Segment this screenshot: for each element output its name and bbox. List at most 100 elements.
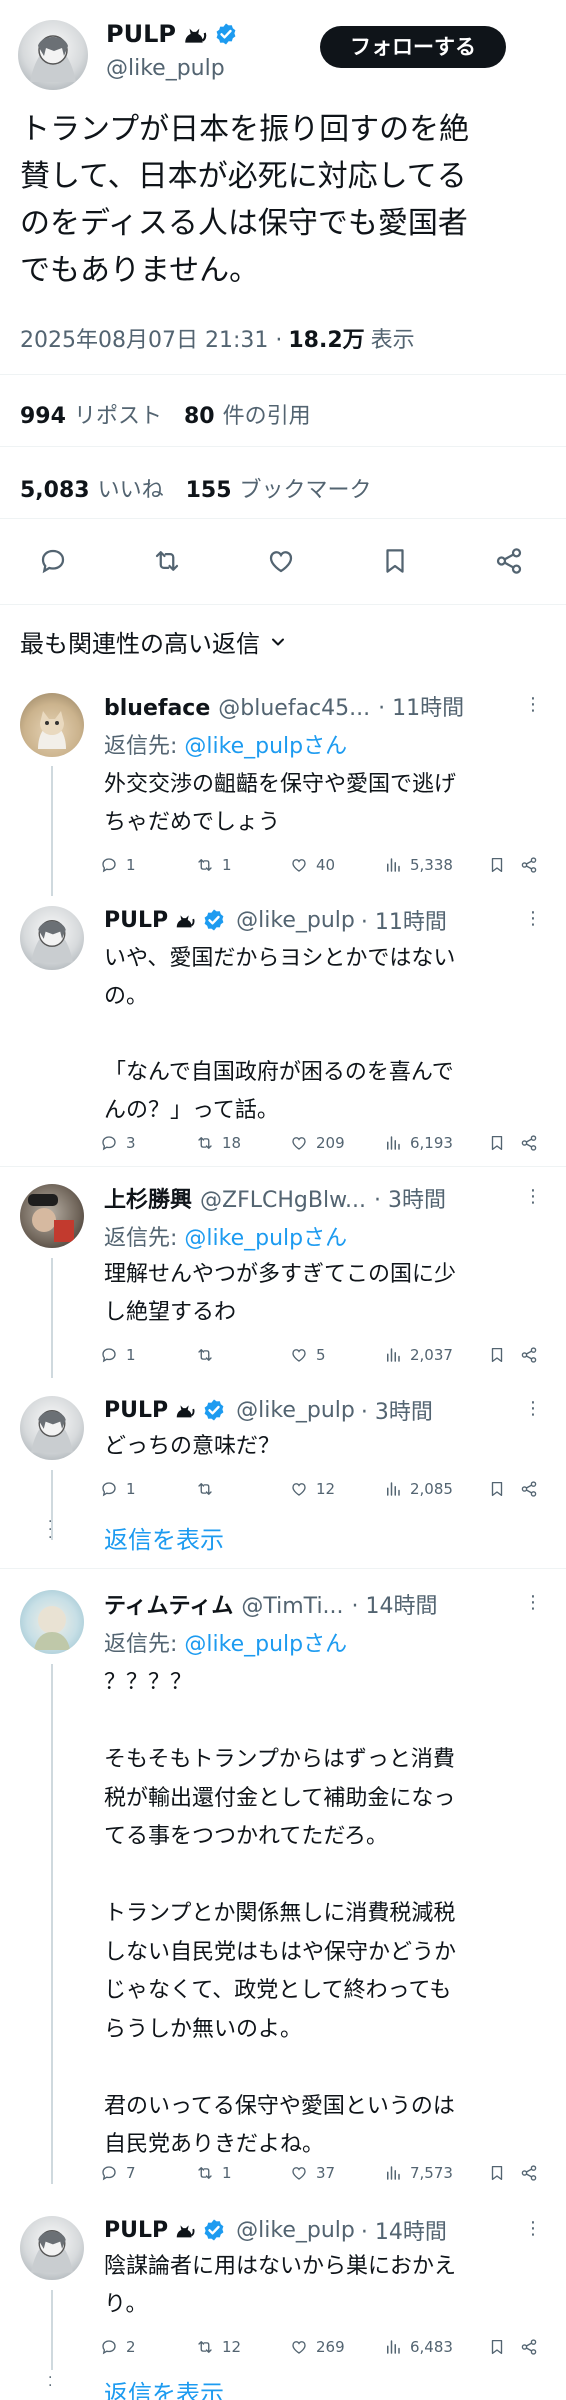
share-button[interactable]	[520, 2338, 538, 2356]
reply-count[interactable]: 1	[100, 1480, 136, 1498]
reply-avatar[interactable]	[20, 1184, 84, 1248]
like-count[interactable]: 12	[290, 1480, 335, 1498]
likes-count[interactable]: 5,083	[20, 478, 90, 503]
reply-time[interactable]: · 14時間	[361, 2214, 447, 2246]
show-replies-link[interactable]: 返信を表示	[104, 1520, 224, 1555]
bookmark-button[interactable]	[488, 1134, 506, 1152]
like-count[interactable]: 40	[290, 856, 335, 874]
view-count[interactable]: 5,338	[384, 856, 453, 874]
view-count[interactable]: 6,483	[384, 2338, 453, 2356]
like-count[interactable]: 269	[290, 2338, 345, 2356]
bookmark-button[interactable]	[488, 1346, 506, 1364]
reply-count[interactable]: 1	[100, 1346, 136, 1364]
reply-author-name[interactable]: ティムティム	[104, 1588, 233, 1620]
author-avatar[interactable]	[18, 20, 88, 90]
replying-to-link[interactable]: @like_pulpさん	[184, 1632, 347, 1657]
like-count[interactable]: 5	[290, 1346, 326, 1364]
more-options-icon[interactable]: ⋮	[524, 1398, 543, 1419]
replying-to-prefix: 返信先:	[104, 1226, 178, 1251]
reply-avatar[interactable]	[20, 906, 84, 970]
reply-avatar[interactable]	[20, 693, 84, 757]
bookmark-button[interactable]	[488, 2164, 506, 2182]
bookmark-icon	[488, 1346, 506, 1364]
reply-author-handle[interactable]: @like_pulp	[236, 2218, 355, 2243]
reply-time[interactable]: · 11時間	[378, 690, 464, 722]
share-button[interactable]	[520, 2164, 538, 2182]
reply-time[interactable]: · 11時間	[361, 904, 447, 936]
bookmarks-label[interactable]: ブックマーク	[240, 472, 372, 504]
reply-author-handle[interactable]: @like_pulp	[236, 1398, 355, 1423]
reply-icon	[100, 1134, 118, 1152]
bookmark-button[interactable]	[488, 856, 506, 874]
bookmark-button[interactable]	[488, 2338, 506, 2356]
reply-author-handle[interactable]: @TimTi...	[241, 1594, 343, 1619]
retweet-count[interactable]: 1	[196, 856, 232, 874]
follow-button[interactable]: フォローする	[320, 26, 506, 68]
avatar-illustration	[30, 1409, 74, 1453]
replying-to-link[interactable]: @like_pulpさん	[184, 1226, 347, 1251]
like-count[interactable]: 209	[290, 1134, 345, 1152]
reply-count[interactable]: 1	[100, 856, 136, 874]
share-button[interactable]	[520, 1480, 538, 1498]
reply-sort-dropdown[interactable]: 最も関連性の高い返信	[20, 624, 288, 659]
share-icon	[520, 1134, 538, 1152]
view-count[interactable]: 2,037	[384, 1346, 453, 1364]
main-retweet-button[interactable]	[152, 546, 182, 580]
quotes-label[interactable]: 件の引用	[223, 398, 311, 430]
reply-author-handle[interactable]: @bluefac45...	[218, 696, 370, 721]
author-handle[interactable]: @like_pulp	[106, 56, 225, 81]
reply-author-name[interactable]: PULP	[104, 1398, 168, 1423]
view-count[interactable]: 2,085	[384, 1480, 453, 1498]
share-button[interactable]	[520, 1346, 538, 1364]
show-replies-link[interactable]: 返信を表示	[104, 2374, 224, 2400]
reply-author-handle[interactable]: @ZFLCHgBlw...	[200, 1188, 366, 1213]
reply-count[interactable]: 3	[100, 1134, 136, 1152]
more-options-icon[interactable]: ⋮	[524, 1186, 543, 1207]
reply-time[interactable]: · 14時間	[352, 1588, 438, 1620]
reply-avatar[interactable]	[20, 1590, 84, 1654]
replying-to-link[interactable]: @like_pulpさん	[184, 734, 347, 759]
view-count[interactable]: 6,193	[384, 1134, 453, 1152]
avatar-photo-image	[28, 1194, 74, 1242]
reply-avatar[interactable]	[20, 2216, 84, 2280]
main-bookmark-button[interactable]	[380, 546, 410, 580]
share-button[interactable]	[520, 856, 538, 874]
tweet-text-line: のをディスる人は保守でも愛国者	[20, 206, 468, 241]
retweet-count[interactable]	[196, 1480, 222, 1498]
reply-author-name[interactable]: PULP	[104, 908, 168, 933]
reply-time[interactable]: · 3時間	[361, 1394, 433, 1426]
retweet-count-value: 18	[222, 1134, 242, 1152]
reply-author-handle[interactable]: @like_pulp	[236, 908, 355, 933]
like-count[interactable]: 37	[290, 2164, 335, 2182]
reply-author-name[interactable]: PULP	[104, 2218, 168, 2243]
retweet-count[interactable]: 12	[196, 2338, 241, 2356]
more-options-icon[interactable]: ⋮	[524, 2218, 543, 2239]
bookmarks-count[interactable]: 155	[186, 478, 232, 503]
reply-author-name[interactable]: 上杉勝興	[104, 1182, 192, 1214]
likes-label[interactable]: いいね	[98, 472, 164, 504]
author-display-name[interactable]: PULP	[106, 20, 176, 48]
more-options-icon[interactable]: ⋮	[524, 694, 543, 715]
reply-count[interactable]: 2	[100, 2338, 136, 2356]
retweets-count[interactable]: 994	[20, 404, 66, 429]
retweet-count[interactable]: 1	[196, 2164, 232, 2182]
main-share-button[interactable]	[494, 546, 524, 580]
view-count[interactable]: 7,573	[384, 2164, 453, 2182]
main-like-button[interactable]	[266, 546, 296, 580]
more-options-icon[interactable]: ⋮	[524, 1592, 543, 1613]
bookmark-button[interactable]	[488, 1480, 506, 1498]
author-name-row[interactable]: PULP	[106, 18, 238, 50]
reply-text-line: そもそもトランプからはずっと消費	[104, 1747, 455, 1772]
retweet-count[interactable]: 18	[196, 1134, 241, 1152]
main-reply-button[interactable]	[38, 546, 68, 580]
share-button[interactable]	[520, 1134, 538, 1152]
reply-time[interactable]: · 3時間	[374, 1182, 446, 1214]
retweets-label[interactable]: リポスト	[74, 398, 162, 430]
reply-count[interactable]: 7	[100, 2164, 136, 2182]
retweet-count[interactable]	[196, 1346, 222, 1364]
reply-avatar[interactable]	[20, 1396, 84, 1460]
reply-author-name[interactable]: blueface	[104, 696, 210, 721]
tweet-timestamp[interactable]: 2025年08月07日 21:31 ·	[20, 322, 282, 354]
more-options-icon[interactable]: ⋮	[524, 908, 543, 929]
quotes-count[interactable]: 80	[184, 404, 215, 429]
